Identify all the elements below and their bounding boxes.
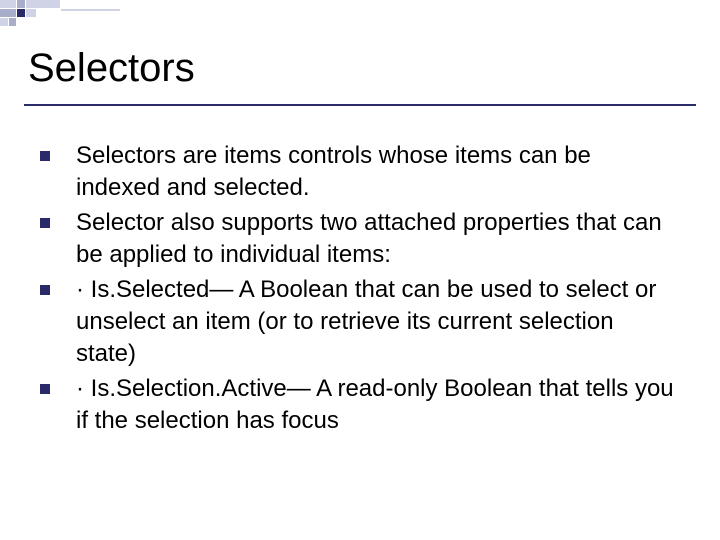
- bullet-text: · Is.Selected— A Boolean that can be use…: [76, 274, 680, 371]
- content-area: Selectors are items controls whose items…: [40, 140, 680, 440]
- list-item: · Is.Selected— A Boolean that can be use…: [40, 274, 680, 371]
- list-item: · Is.Selection.Active— A read-only Boole…: [40, 373, 680, 438]
- bullet-text: Selector also supports two attached prop…: [76, 207, 680, 272]
- title-divider: [24, 104, 696, 106]
- bullet-text: Selectors are items controls whose items…: [76, 140, 680, 205]
- square-bullet-icon: [40, 285, 50, 295]
- list-item: Selector also supports two attached prop…: [40, 207, 680, 272]
- square-bullet-icon: [40, 151, 50, 161]
- page-title: Selectors: [28, 46, 195, 91]
- square-bullet-icon: [40, 218, 50, 228]
- square-bullet-icon: [40, 384, 50, 394]
- bullet-text: · Is.Selection.Active— A read-only Boole…: [76, 373, 680, 438]
- corner-decoration: [0, 0, 120, 30]
- list-item: Selectors are items controls whose items…: [40, 140, 680, 205]
